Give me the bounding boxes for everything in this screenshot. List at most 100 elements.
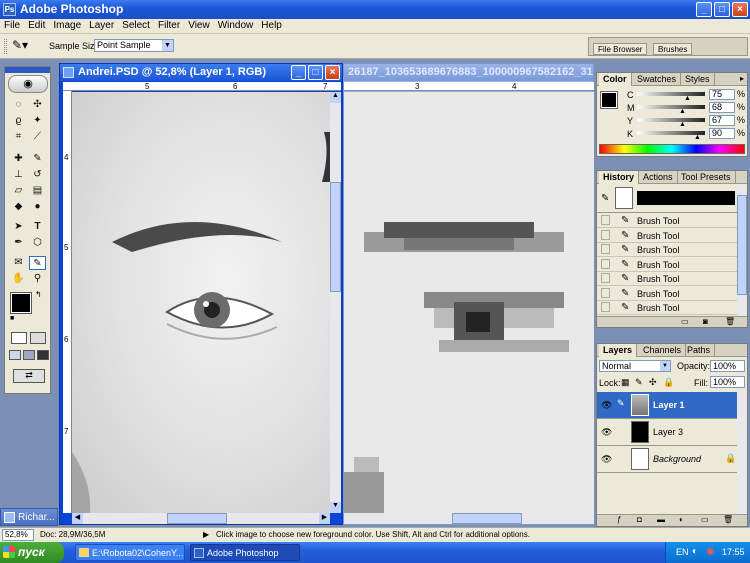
new-snapshot-icon[interactable]: ◙	[703, 317, 708, 326]
eye-icon[interactable]: 👁	[601, 427, 612, 438]
history-item[interactable]: ✎ Brush Tool	[597, 243, 737, 257]
zoom-input[interactable]: 52,8%	[2, 529, 34, 541]
eye-icon[interactable]: 👁	[601, 400, 612, 411]
sample-size-select[interactable]: Point Sample ▼	[94, 39, 174, 52]
history-item[interactable]: ✎ Brush Tool	[597, 301, 737, 315]
screen-mode-full-menu-icon[interactable]	[23, 350, 35, 360]
close-button[interactable]: ×	[732, 2, 748, 17]
adjustment-layer-icon[interactable]: ◐	[679, 515, 684, 524]
lock-position-icon[interactable]: ✣	[649, 377, 657, 388]
scroll-down-icon[interactable]: ▼	[330, 502, 341, 513]
scroll-right-icon[interactable]: ▶	[319, 513, 330, 524]
layer-row-background[interactable]: 👁 Background 🔒	[597, 446, 737, 473]
history-item[interactable]: ✎ Brush Tool	[597, 272, 737, 286]
history-item[interactable]: ✎ Brush Tool	[597, 258, 737, 272]
maximize-button[interactable]: □	[714, 2, 730, 17]
slice-tool-icon[interactable]: ⟋	[29, 130, 46, 144]
eraser-tool-icon[interactable]: ▱	[10, 184, 27, 198]
taskbar-item-photoshop[interactable]: Adobe Photoshop	[190, 544, 300, 561]
network-icon[interactable]: ◐	[692, 546, 698, 557]
gradient-tool-icon[interactable]: ▤	[29, 184, 46, 198]
eye-icon[interactable]: 👁	[601, 454, 612, 465]
lock-image-icon[interactable]: ✎	[635, 377, 643, 388]
clock[interactable]: 17:55	[722, 547, 745, 557]
tab-brushes[interactable]: Brushes	[653, 43, 693, 55]
tab-styles[interactable]: Styles	[681, 73, 715, 86]
history-brush-icon[interactable]: ↺	[29, 168, 46, 182]
history-source-checkbox[interactable]	[601, 229, 610, 240]
new-layer-icon[interactable]: ▭	[701, 515, 709, 524]
menu-layer[interactable]: Layer	[85, 19, 118, 31]
layer-mask-icon[interactable]: ◘	[637, 515, 642, 524]
doc-close-button[interactable]: ×	[325, 65, 340, 80]
menu-filter[interactable]: Filter	[154, 19, 184, 31]
menu-select[interactable]: Select	[118, 19, 154, 31]
antivirus-icon[interactable]: ◉	[706, 546, 715, 557]
tab-swatches[interactable]: Swatches	[633, 73, 682, 86]
canvas-portrait-image[interactable]	[72, 92, 330, 513]
move-tool-icon[interactable]: ✣	[29, 98, 46, 112]
scroll-thumb[interactable]	[167, 513, 227, 524]
eyedropper-tool-preset-icon[interactable]: ✎▾	[12, 38, 40, 54]
slider-triangle-icon[interactable]: ▲	[679, 121, 686, 128]
lasso-tool-icon[interactable]: ϱ	[10, 114, 27, 128]
menu-image[interactable]: Image	[49, 19, 85, 31]
snapshot-name-field[interactable]	[637, 191, 735, 205]
minimized-document[interactable]: Richar...	[0, 508, 58, 526]
slider-triangle-icon[interactable]: ▲	[694, 134, 701, 141]
channel-value-input[interactable]: 67	[709, 115, 735, 126]
shape-tool-icon[interactable]: ⬡	[29, 236, 46, 250]
doc-maximize-button[interactable]: □	[308, 65, 323, 80]
screen-mode-standard-icon[interactable]	[9, 350, 21, 360]
chevron-down-icon[interactable]: ▼	[660, 361, 670, 371]
crop-tool-icon[interactable]: ⌗	[10, 130, 27, 144]
history-source-checkbox[interactable]	[601, 302, 610, 312]
lock-transparent-icon[interactable]: ▦	[621, 377, 630, 388]
blend-mode-select[interactable]: Normal ▼	[599, 360, 671, 372]
doc-size-info[interactable]: Doc: 28,9M/36,5M	[40, 530, 160, 539]
layer-style-icon[interactable]: ƒ	[617, 515, 621, 524]
scroll-thumb[interactable]	[330, 182, 341, 292]
brush-tool-icon[interactable]: ✎	[29, 152, 46, 166]
standard-mode-icon[interactable]	[11, 332, 27, 344]
menu-view[interactable]: View	[184, 19, 214, 31]
channel-value-input[interactable]: 90	[709, 128, 735, 139]
minimize-button[interactable]: _	[696, 2, 712, 17]
zoom-tool-icon[interactable]: ⚲	[29, 272, 46, 286]
path-selection-icon[interactable]: ➤	[10, 220, 27, 234]
tab-channels[interactable]: Channels	[639, 344, 687, 357]
menu-file[interactable]: File	[0, 19, 24, 31]
tab-color[interactable]: Color	[599, 73, 632, 86]
channel-value-input[interactable]: 68	[709, 102, 735, 113]
new-document-icon[interactable]: ▭	[681, 317, 689, 326]
tab-history[interactable]: History	[599, 171, 640, 184]
history-source-checkbox[interactable]	[601, 244, 610, 254]
hand-tool-icon[interactable]: ✋	[10, 272, 27, 286]
history-item[interactable]: ✎ Brush Tool	[597, 287, 737, 301]
scroll-left-icon[interactable]: ◀	[72, 513, 83, 524]
eyedropper-tool-icon[interactable]: ✎	[29, 256, 46, 270]
panel-menu-icon[interactable]: ▸	[740, 74, 744, 83]
healing-brush-icon[interactable]: ✚	[10, 152, 27, 166]
taskbar-item-explorer[interactable]: E:\Robota02\CohenY...	[75, 544, 185, 561]
language-indicator[interactable]: EN	[676, 547, 689, 557]
marquee-tool-icon[interactable]: ◌	[10, 98, 27, 112]
history-item[interactable]: ✎ Brush Tool	[597, 229, 737, 243]
layer-set-icon[interactable]: ▬	[657, 515, 665, 524]
history-item[interactable]: ✎ Brush Tool	[597, 214, 737, 228]
foreground-color-swatch[interactable]	[10, 292, 32, 314]
slider-triangle-icon[interactable]: ▲	[684, 95, 691, 102]
layers-scrollbar[interactable]	[737, 392, 747, 514]
layer-row-layer-3[interactable]: 👁 Layer 3	[597, 419, 737, 446]
layer-name[interactable]: Layer 1	[653, 400, 685, 410]
magic-wand-icon[interactable]: ✦	[29, 114, 46, 128]
menu-help[interactable]: Help	[257, 19, 286, 31]
history-source-checkbox[interactable]	[601, 273, 610, 283]
brush-link-icon[interactable]: ✎	[617, 398, 625, 409]
blur-tool-icon[interactable]: ◆	[10, 200, 27, 214]
horizontal-scrollbar[interactable]	[344, 513, 594, 524]
eye-logo-icon[interactable]: ◉	[8, 75, 48, 93]
document-title-bar[interactable]: 26187_103653689676883_100000967582162_31…	[344, 64, 593, 81]
history-brush-icon[interactable]: ✎	[601, 193, 609, 204]
dodge-tool-icon[interactable]: ●	[29, 200, 46, 214]
